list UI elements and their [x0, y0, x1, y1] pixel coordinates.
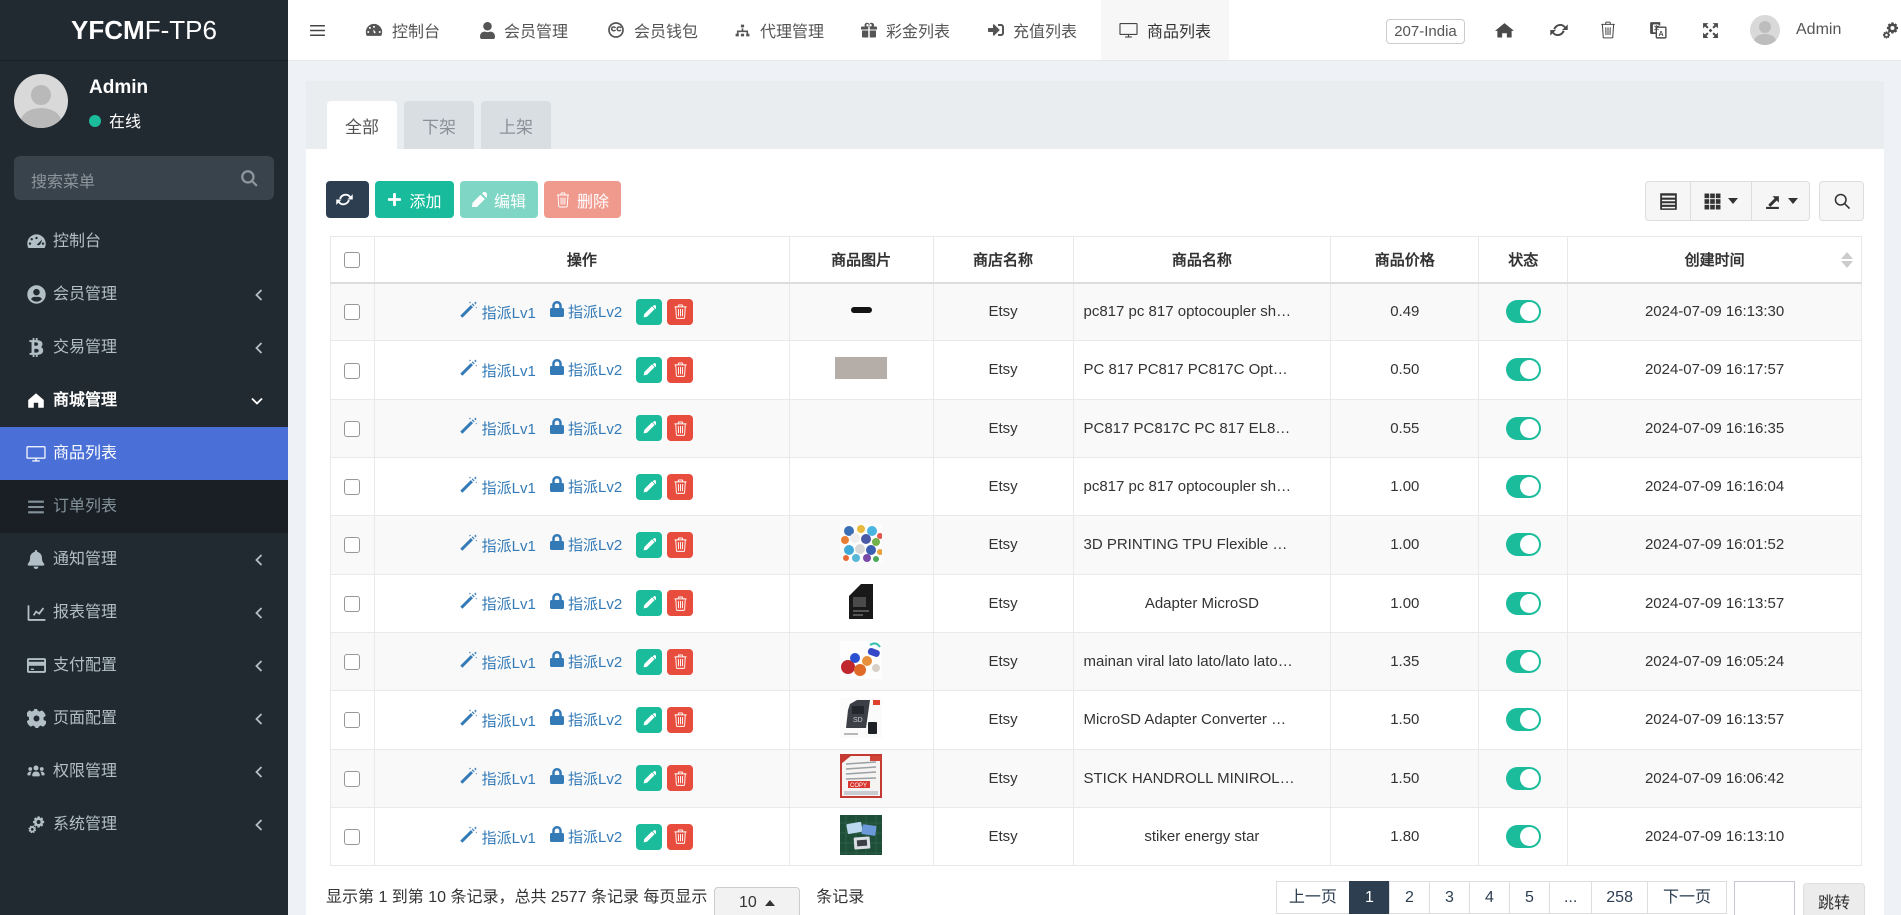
svg-text:A: A: [1658, 31, 1663, 38]
svg-text:COPY: COPY: [850, 783, 867, 789]
svg-text:SD: SD: [853, 717, 863, 724]
